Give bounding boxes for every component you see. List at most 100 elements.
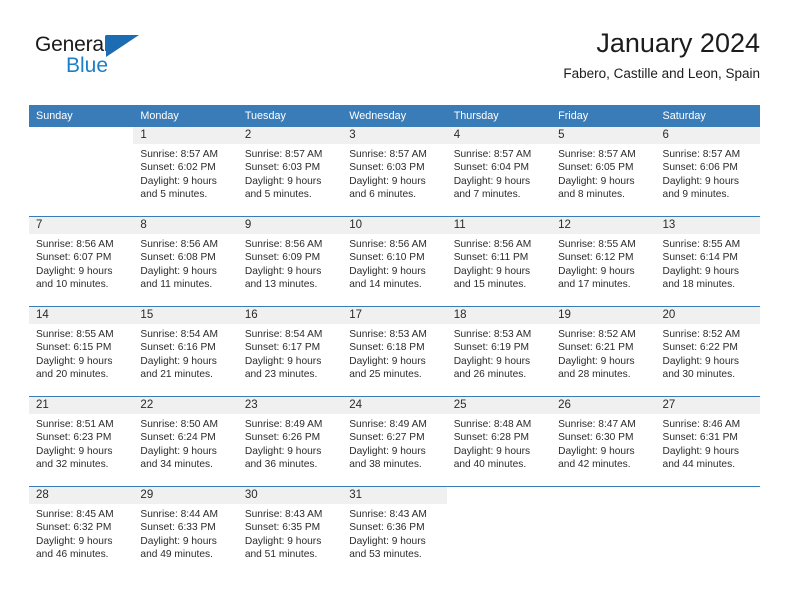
week-row: 14 Sunrise: 8:55 AM Sunset: 6:15 PM Dayl… <box>29 306 760 397</box>
day-cell-inner: 31 Sunrise: 8:43 AM Sunset: 6:36 PM Dayl… <box>342 487 447 576</box>
day-number: 24 <box>342 397 447 414</box>
sunrise-text: Sunrise: 8:57 AM <box>140 149 219 160</box>
day-cell[interactable] <box>655 486 760 576</box>
weekday-header-tuesday: Tuesday <box>237 105 343 127</box>
week-row: 28 Sunrise: 8:45 AM Sunset: 6:32 PM Dayl… <box>29 486 760 576</box>
daylight-text-line2: and 6 minutes. <box>349 188 417 200</box>
sunrise-text: Sunrise: 8:47 AM <box>558 419 636 430</box>
day-details <box>29 144 133 148</box>
day-number: 1 <box>133 127 238 144</box>
daylight-text-line1: Daylight: 9 hours <box>349 265 426 277</box>
day-number: 2 <box>237 127 343 144</box>
day-cell[interactable]: 28 Sunrise: 8:45 AM Sunset: 6:32 PM Dayl… <box>29 486 134 576</box>
day-number: 27 <box>655 397 760 414</box>
day-cell[interactable]: 13 Sunrise: 8:55 AM Sunset: 6:14 PM Dayl… <box>655 216 760 307</box>
daylight-text-line1: Daylight: 9 hours <box>558 355 635 367</box>
day-cell-inner: 4 Sunrise: 8:57 AM Sunset: 6:04 PM Dayli… <box>446 127 552 216</box>
daylight-text-line1: Daylight: 9 hours <box>36 535 113 547</box>
sunset-text: Sunset: 6:19 PM <box>453 342 530 354</box>
day-cell[interactable]: 19 Sunrise: 8:52 AM Sunset: 6:21 PM Dayl… <box>551 306 656 397</box>
day-number: 15 <box>133 307 238 324</box>
daylight-text-line1: Daylight: 9 hours <box>140 175 217 187</box>
day-number: 3 <box>342 127 447 144</box>
day-cell-inner: 22 Sunrise: 8:50 AM Sunset: 6:24 PM Dayl… <box>133 397 238 486</box>
weekday-header-thursday: Thursday <box>446 105 552 127</box>
daylight-text-line1: Daylight: 9 hours <box>558 175 635 187</box>
logo-text-blue: Blue <box>66 54 109 77</box>
page-title: January 2024 <box>596 28 760 58</box>
daylight-text-line1: Daylight: 9 hours <box>244 445 322 457</box>
day-details: Sunrise: 8:55 AM Sunset: 6:12 PM Dayligh… <box>551 234 655 291</box>
sunset-text: Sunset: 6:15 PM <box>36 342 112 354</box>
day-cell[interactable]: 7 Sunrise: 8:56 AM Sunset: 6:07 PM Dayli… <box>29 216 134 307</box>
daylight-text-line1: Daylight: 9 hours <box>558 445 635 457</box>
sunrise-text: Sunrise: 8:54 AM <box>244 329 323 340</box>
day-cell[interactable]: 17 Sunrise: 8:53 AM Sunset: 6:18 PM Dayl… <box>342 306 447 397</box>
daylight-text-line1: Daylight: 9 hours <box>453 265 531 277</box>
day-cell-inner: 19 Sunrise: 8:52 AM Sunset: 6:21 PM Dayl… <box>551 307 656 396</box>
day-cell[interactable]: 1 Sunrise: 8:57 AM Sunset: 6:02 PM Dayli… <box>133 127 238 217</box>
day-number: 17 <box>342 307 447 324</box>
day-cell[interactable]: 10 Sunrise: 8:56 AM Sunset: 6:10 PM Dayl… <box>342 216 447 307</box>
day-cell[interactable]: 20 Sunrise: 8:52 AM Sunset: 6:22 PM Dayl… <box>655 306 760 397</box>
daylight-text-line2: and 15 minutes. <box>453 278 527 290</box>
day-details: Sunrise: 8:57 AM Sunset: 6:03 PM Dayligh… <box>342 144 446 201</box>
daylight-text-line2: and 5 minutes. <box>244 188 312 200</box>
day-cell[interactable]: 5 Sunrise: 8:57 AM Sunset: 6:05 PM Dayli… <box>551 127 656 217</box>
day-cell[interactable]: 29 Sunrise: 8:44 AM Sunset: 6:33 PM Dayl… <box>133 486 238 576</box>
sunrise-text: Sunrise: 8:50 AM <box>140 419 219 430</box>
sunset-text: Sunset: 6:30 PM <box>558 432 634 444</box>
day-cell[interactable]: 14 Sunrise: 8:55 AM Sunset: 6:15 PM Dayl… <box>29 306 134 397</box>
day-cell[interactable]: 18 Sunrise: 8:53 AM Sunset: 6:19 PM Dayl… <box>446 306 552 397</box>
daylight-text-line1: Daylight: 9 hours <box>662 355 739 367</box>
daylight-text-line1: Daylight: 9 hours <box>349 535 426 547</box>
day-number: 9 <box>237 217 343 234</box>
day-cell[interactable]: 27 Sunrise: 8:46 AM Sunset: 6:31 PM Dayl… <box>655 396 760 487</box>
sunrise-text: Sunrise: 8:56 AM <box>36 239 114 250</box>
day-cell[interactable]: 25 Sunrise: 8:48 AM Sunset: 6:28 PM Dayl… <box>446 396 552 487</box>
day-details: Sunrise: 8:50 AM Sunset: 6:24 PM Dayligh… <box>133 414 237 471</box>
sunset-text: Sunset: 6:27 PM <box>349 432 425 444</box>
day-cell[interactable]: 12 Sunrise: 8:55 AM Sunset: 6:12 PM Dayl… <box>551 216 656 307</box>
day-cell[interactable]: 30 Sunrise: 8:43 AM Sunset: 6:35 PM Dayl… <box>237 486 343 576</box>
day-cell[interactable]: 11 Sunrise: 8:56 AM Sunset: 6:11 PM Dayl… <box>446 216 552 307</box>
daylight-text-line1: Daylight: 9 hours <box>662 445 739 457</box>
day-number: 12 <box>551 217 656 234</box>
day-cell[interactable] <box>551 486 656 576</box>
sunset-text: Sunset: 6:03 PM <box>244 162 321 174</box>
sunrise-text: Sunrise: 8:51 AM <box>36 419 114 430</box>
sunset-text: Sunset: 6:12 PM <box>558 252 634 264</box>
day-cell[interactable]: 31 Sunrise: 8:43 AM Sunset: 6:36 PM Dayl… <box>342 486 447 576</box>
day-cell[interactable]: 24 Sunrise: 8:49 AM Sunset: 6:27 PM Dayl… <box>342 396 447 487</box>
day-number: 28 <box>29 487 134 504</box>
day-cell[interactable]: 9 Sunrise: 8:56 AM Sunset: 6:09 PM Dayli… <box>237 216 343 307</box>
day-cell[interactable] <box>29 127 133 217</box>
day-cell-inner: 13 Sunrise: 8:55 AM Sunset: 6:14 PM Dayl… <box>655 217 760 306</box>
day-number <box>447 487 551 504</box>
daylight-text-line2: and 17 minutes. <box>558 278 631 290</box>
day-cell[interactable]: 21 Sunrise: 8:51 AM Sunset: 6:23 PM Dayl… <box>29 396 134 487</box>
calendar-table: Sunday Monday Tuesday Wednesday Thursday… <box>29 105 760 576</box>
day-cell[interactable]: 4 Sunrise: 8:57 AM Sunset: 6:04 PM Dayli… <box>446 127 552 217</box>
sunset-text: Sunset: 6:09 PM <box>244 252 321 264</box>
day-cell[interactable]: 26 Sunrise: 8:47 AM Sunset: 6:30 PM Dayl… <box>551 396 656 487</box>
day-cell[interactable]: 15 Sunrise: 8:54 AM Sunset: 6:16 PM Dayl… <box>133 306 238 397</box>
daylight-text-line1: Daylight: 9 hours <box>36 265 113 277</box>
day-cell[interactable]: 2 Sunrise: 8:57 AM Sunset: 6:03 PM Dayli… <box>237 127 343 217</box>
daylight-text-line1: Daylight: 9 hours <box>140 445 217 457</box>
day-cell[interactable]: 22 Sunrise: 8:50 AM Sunset: 6:24 PM Dayl… <box>133 396 238 487</box>
daylight-text-line2: and 26 minutes. <box>453 368 527 380</box>
title-block: January 2024 Fabero, Castille and Leon, … <box>563 28 760 82</box>
daylight-text-line2: and 5 minutes. <box>140 188 208 200</box>
day-cell[interactable]: 16 Sunrise: 8:54 AM Sunset: 6:17 PM Dayl… <box>237 306 343 397</box>
daylight-text-line1: Daylight: 9 hours <box>36 355 113 367</box>
day-cell[interactable] <box>446 486 552 576</box>
daylight-text-line1: Daylight: 9 hours <box>349 445 426 457</box>
day-number: 29 <box>133 487 238 504</box>
day-cell[interactable]: 23 Sunrise: 8:49 AM Sunset: 6:26 PM Dayl… <box>237 396 343 487</box>
day-cell[interactable]: 3 Sunrise: 8:57 AM Sunset: 6:03 PM Dayli… <box>342 127 447 217</box>
day-cell[interactable]: 8 Sunrise: 8:56 AM Sunset: 6:08 PM Dayli… <box>133 216 238 307</box>
day-number: 7 <box>29 217 134 234</box>
day-cell[interactable]: 6 Sunrise: 8:57 AM Sunset: 6:06 PM Dayli… <box>655 127 760 217</box>
week-row: 7 Sunrise: 8:56 AM Sunset: 6:07 PM Dayli… <box>29 216 760 307</box>
